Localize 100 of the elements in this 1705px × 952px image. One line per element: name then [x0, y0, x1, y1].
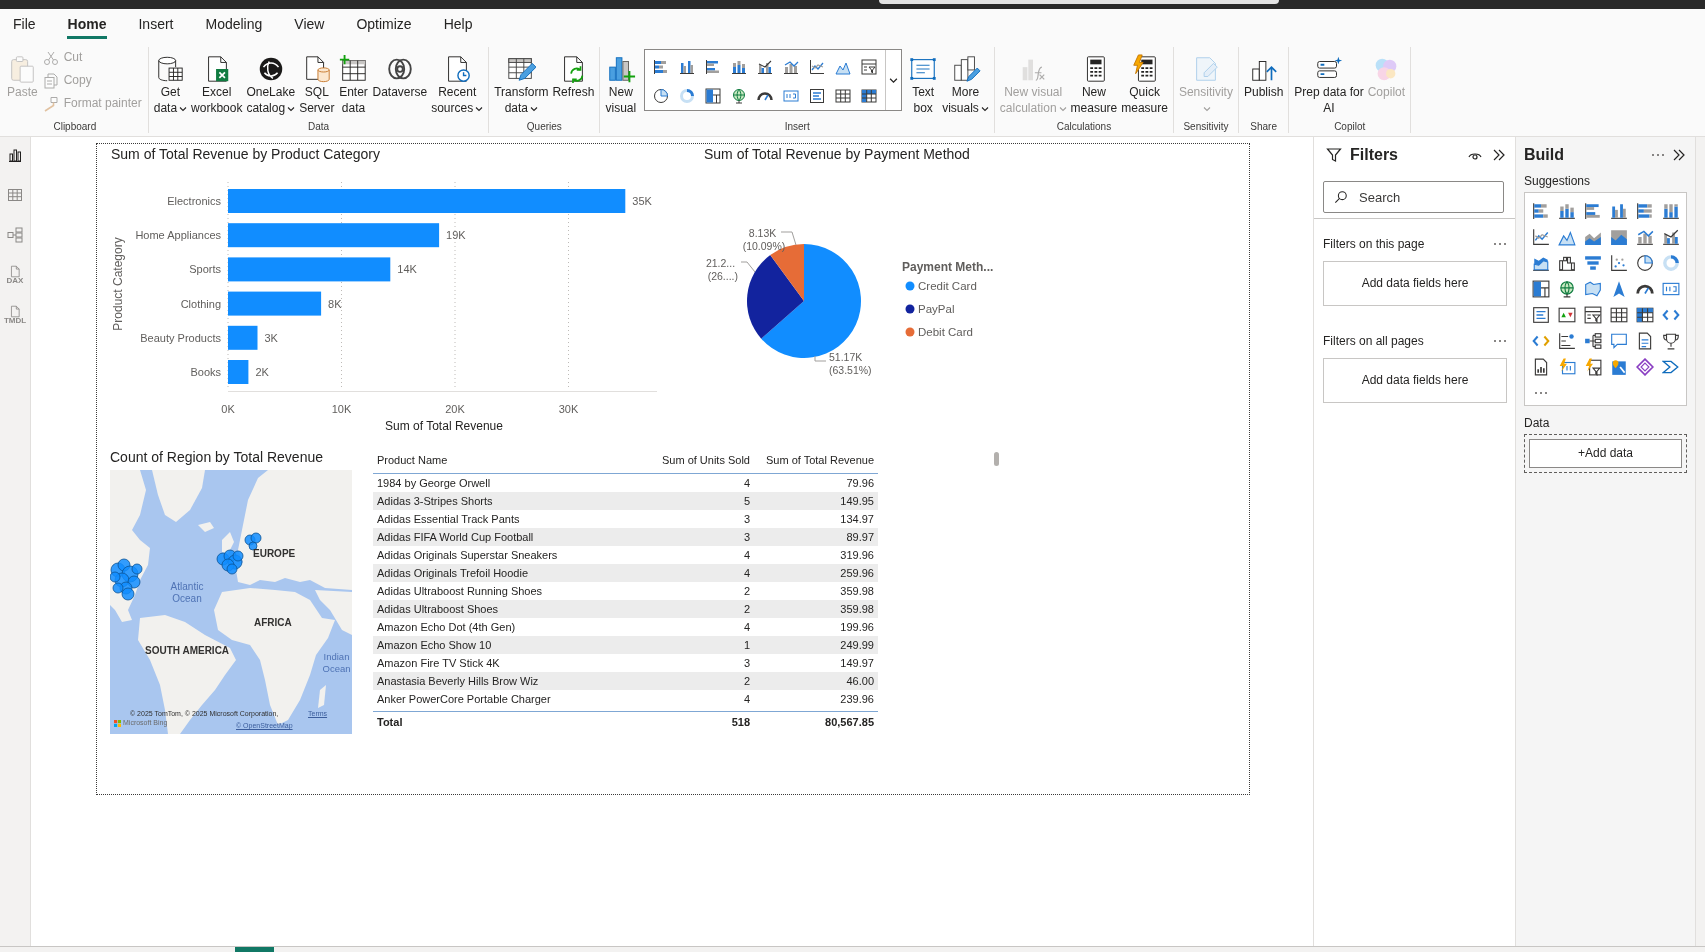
treemap-icon[interactable] — [1532, 280, 1550, 298]
stacked-bar-chart-icon[interactable] — [1532, 202, 1550, 220]
column-line-chart-icon[interactable] — [1662, 228, 1680, 246]
scatter-chart-icon[interactable] — [1610, 254, 1628, 272]
legend-label[interactable]: Credit Card — [918, 280, 977, 292]
menu-tab[interactable]: Modeling — [204, 9, 264, 39]
slicer-icon[interactable] — [1584, 306, 1602, 324]
slicer-icon[interactable] — [861, 58, 878, 75]
menu-tab[interactable]: Help — [442, 9, 474, 39]
double-chevron-right-icon[interactable] — [1491, 147, 1507, 163]
more-icon[interactable] — [1534, 391, 1548, 395]
chevron-down-icon — [287, 104, 296, 113]
scrollbar-thumb[interactable] — [994, 452, 999, 466]
bar-chart-icon[interactable] — [705, 58, 722, 75]
ribbon-button[interactable]: More visuals — [941, 52, 990, 118]
column-line-chart-icon[interactable] — [1636, 228, 1654, 246]
drop-zone[interactable]: Add data fields here — [1323, 261, 1507, 306]
data-label: 8K — [328, 297, 342, 310]
table-cell: 89.97 — [754, 527, 878, 546]
globe-icon[interactable] — [731, 87, 748, 104]
tree-diagram-icon[interactable] — [1584, 332, 1602, 350]
add-data-button[interactable]: +Add data — [1529, 439, 1682, 468]
donut-chart-icon[interactable] — [1662, 254, 1680, 272]
stacked-bar-chart-icon[interactable] — [653, 58, 670, 75]
ribbon-button[interactable]: Quick measure — [1120, 52, 1169, 118]
ribbon-button[interactable]: Enter data — [337, 52, 370, 118]
menu-tab[interactable]: Home — [66, 9, 108, 39]
menu-tab[interactable]: Optimize — [355, 9, 413, 39]
line-chart-icon[interactable] — [809, 58, 826, 75]
lightning-slicer-icon[interactable] — [1584, 358, 1602, 376]
ribbon-button[interactable]: Publish — [1242, 52, 1285, 102]
ribbon-button[interactable]: Refresh — [551, 52, 596, 102]
matrix-icon[interactable] — [1636, 306, 1654, 324]
table-cell: 149.97 — [754, 653, 878, 672]
pie-chart-icon[interactable] — [1636, 254, 1654, 272]
table-icon[interactable] — [1610, 306, 1628, 324]
ribbon-button[interactable]: OneLake catalog — [245, 52, 297, 118]
diamond-icon[interactable] — [1636, 358, 1654, 376]
bar-chart-icon[interactable] — [1584, 202, 1602, 220]
table-icon[interactable] — [835, 87, 852, 104]
donut-chart-icon[interactable] — [679, 87, 696, 104]
map-pin-icon[interactable] — [1610, 358, 1628, 376]
line-chart-icon[interactable] — [1532, 228, 1550, 246]
chevron-shape-icon[interactable] — [1662, 358, 1680, 376]
treemap-icon[interactable] — [705, 87, 722, 104]
drop-zone[interactable]: Add data fields here — [1323, 358, 1507, 403]
chevron-down-icon[interactable] — [889, 75, 899, 85]
card-icon[interactable] — [783, 87, 800, 104]
trophy-icon[interactable] — [1662, 332, 1680, 350]
title-search-field[interactable] — [879, 0, 1279, 4]
stacked-column-chart-icon[interactable] — [1558, 202, 1576, 220]
text-lines-card-icon[interactable] — [809, 87, 826, 104]
filled-map-icon[interactable] — [1584, 280, 1602, 298]
ribbon-button[interactable]: Transform data — [493, 52, 550, 118]
stacked-bar-chart-icon[interactable] — [1636, 202, 1654, 220]
menu-tab[interactable]: View — [293, 9, 326, 39]
ribbon-chart-icon[interactable] — [1532, 254, 1550, 272]
ribbon-button[interactable]: Excel workbook — [190, 52, 244, 118]
waterfall-chart-icon[interactable] — [1558, 254, 1576, 272]
stacked-area-chart-icon[interactable] — [1610, 228, 1628, 246]
ribbon-button[interactable]: Recent sources — [430, 52, 485, 118]
document-lines-icon[interactable] — [1636, 332, 1654, 350]
stacked-column-chart-icon[interactable] — [1662, 202, 1680, 220]
search-field[interactable]: Search — [1323, 181, 1504, 213]
stacked-column-chart-icon[interactable] — [731, 58, 748, 75]
speech-bubble-icon[interactable] — [1610, 332, 1628, 350]
column-header[interactable]: Product Name — [373, 450, 649, 473]
text-lines-card-icon[interactable] — [1532, 306, 1550, 324]
ribbon-button[interactable]: Dataverse — [371, 52, 429, 102]
matrix-icon[interactable] — [861, 87, 878, 104]
column-header[interactable]: Sum of Total Revenue — [754, 450, 878, 473]
menu-tab[interactable]: Insert — [137, 9, 175, 39]
ribbon-button[interactable]: Text box — [907, 52, 940, 118]
ribbon-button[interactable]: New measure — [1069, 52, 1119, 118]
document-chart-icon[interactable] — [1532, 358, 1550, 376]
more-icon[interactable] — [1493, 339, 1507, 343]
more-icon[interactable] — [1651, 153, 1665, 157]
ribbon-button[interactable]: Get data — [152, 52, 189, 118]
column-line-chart-icon[interactable] — [757, 58, 774, 75]
more-icon[interactable] — [1493, 242, 1507, 246]
world-map[interactable] — [110, 470, 352, 734]
card-icon[interactable] — [1662, 280, 1680, 298]
kpi-icon[interactable] — [1558, 306, 1576, 324]
double-chevron-right-icon[interactable] — [1671, 147, 1687, 163]
legend-label[interactable]: PayPal — [918, 303, 955, 315]
area-chart-icon[interactable] — [1558, 228, 1576, 246]
column-chart-icon[interactable] — [1610, 202, 1628, 220]
funnel-chart-icon[interactable] — [1584, 254, 1602, 272]
column-header[interactable]: Sum of Units Sold — [649, 450, 754, 473]
ribbon-button[interactable]: SQL Server — [298, 52, 336, 118]
globe-icon[interactable] — [1558, 280, 1576, 298]
bar-dot-icon[interactable] — [1558, 332, 1576, 350]
ribbon-button[interactable]: New visual — [604, 52, 638, 118]
lightning-card-icon[interactable] — [1558, 358, 1576, 376]
legend-label[interactable]: Debit Card — [918, 326, 973, 338]
table-cell: 3 — [649, 509, 754, 528]
menu-tab[interactable]: File — [12, 9, 37, 39]
column-chart-icon[interactable] — [679, 58, 696, 75]
pie-chart-icon[interactable] — [653, 87, 670, 104]
ribbon-button[interactable]: Prep data for AI — [1293, 52, 1365, 118]
